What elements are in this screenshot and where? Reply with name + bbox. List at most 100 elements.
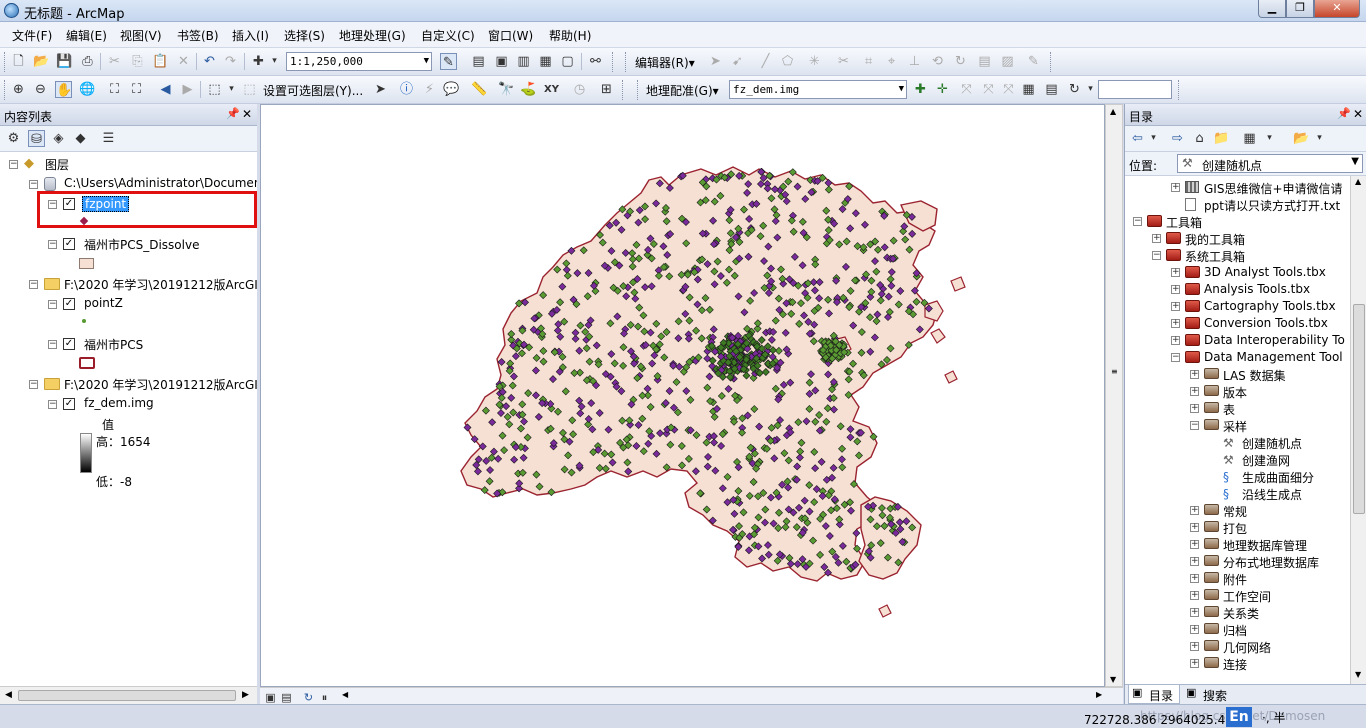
arctoolbox-icon[interactable]: ▦ xyxy=(537,53,554,70)
expand-icon[interactable]: + xyxy=(1171,183,1180,192)
catalog-item-raster-item[interactable]: GIS思维微信+申请微信请 xyxy=(1204,180,1343,197)
toolbar-grip[interactable] xyxy=(4,80,7,100)
toc-source-path[interactable]: F:\2020 年学习\20191212版ArcGI xyxy=(64,276,257,293)
input-method-icon[interactable]: En xyxy=(1226,707,1252,727)
toolbar-grip[interactable] xyxy=(4,52,7,72)
catalog-item-tables[interactable]: 表 xyxy=(1223,401,1235,418)
shift-georef-icon[interactable]: ✛ xyxy=(934,81,951,98)
expand-icon[interactable]: + xyxy=(1190,574,1199,583)
rotate-georef-icon[interactable]: ✚ xyxy=(912,81,929,98)
menu-view[interactable]: 视图(V) xyxy=(120,27,162,44)
toolbar-grip[interactable] xyxy=(637,80,640,100)
scroll-thumb[interactable] xyxy=(1353,304,1365,514)
viewer-window-icon[interactable]: ⊞ xyxy=(598,81,615,98)
undo-icon[interactable]: ↶ xyxy=(201,53,218,70)
editor-toolbar-toggle-icon[interactable]: ✎ xyxy=(440,53,457,70)
back-dropdown-icon[interactable]: ▾ xyxy=(1145,130,1162,147)
catalog-item-geodatabase-admin[interactable]: 地理数据库管理 xyxy=(1223,537,1307,554)
catalog-item-general[interactable]: 常规 xyxy=(1223,503,1247,520)
catalog-item-geometric-network[interactable]: 几何网络 xyxy=(1223,639,1271,656)
scale-georef-icon[interactable]: ⤧ xyxy=(958,81,975,98)
list-by-drawing-order-icon[interactable]: ⚙ xyxy=(5,130,22,147)
new-folder-icon[interactable]: 📂 xyxy=(1293,130,1310,147)
add-data-dropdown-icon[interactable]: ▾ xyxy=(266,53,283,70)
toolbar-grip[interactable] xyxy=(612,52,615,72)
select-dropdown-icon[interactable]: ▾ xyxy=(223,81,240,98)
scroll-thumb[interactable] xyxy=(18,690,236,701)
expand-icon[interactable]: + xyxy=(1171,336,1180,345)
catalog-item-sampling[interactable]: 采样 xyxy=(1223,418,1247,435)
expand-icon[interactable]: + xyxy=(1190,591,1199,600)
fixed-zoom-in-icon[interactable]: ⛶ xyxy=(106,81,123,98)
expand-icon[interactable]: + xyxy=(1171,319,1180,328)
catalog-item-joins[interactable]: 连接 xyxy=(1223,656,1247,673)
time-slider-icon[interactable]: ◷ xyxy=(571,81,588,98)
pin-icon[interactable]: 📌 xyxy=(1337,107,1351,120)
catalog-item-workspace[interactable]: 工作空间 xyxy=(1223,588,1271,605)
edit-annotation-icon[interactable]: ➹ xyxy=(729,53,746,70)
toc-layer-pcs[interactable]: 福州市PCS xyxy=(84,336,143,353)
menu-bookmarks[interactable]: 书签(B) xyxy=(177,27,219,44)
georeferencing-menu[interactable]: 地理配准(G)▾ xyxy=(646,82,719,99)
collapse-icon[interactable]: − xyxy=(29,380,38,389)
view-dropdown-icon[interactable]: ▾ xyxy=(1261,130,1278,147)
midpoint-icon[interactable]: ✳ xyxy=(806,53,823,70)
expand-icon[interactable]: + xyxy=(1190,642,1199,651)
find-route-icon[interactable]: ⛳ xyxy=(520,81,537,98)
scroll-down-icon[interactable]: ▼ xyxy=(1110,675,1116,684)
scroll-left-icon[interactable]: ◀ xyxy=(342,690,348,699)
set-selectable-layers-button[interactable]: 设置可选图层(Y)... xyxy=(263,82,363,99)
back-arrow-icon[interactable]: ⇦ xyxy=(1129,130,1146,147)
toc-source-path[interactable]: F:\2020 年学习\20191212版ArcGI xyxy=(64,376,257,393)
catalog-item-my-toolboxes[interactable]: 我的工具箱 xyxy=(1185,231,1245,248)
full-extent-globe-icon[interactable]: 🌐 xyxy=(79,81,96,98)
rotate-tool-icon[interactable]: ↻ xyxy=(1066,81,1083,98)
save-icon[interactable]: 💾 xyxy=(56,53,73,70)
toolbar-grip[interactable] xyxy=(1178,80,1181,100)
select-elements-arrow-icon[interactable]: ➤ xyxy=(372,81,389,98)
editor-menu[interactable]: 编辑器(R)▾ xyxy=(635,54,695,71)
tab-catalog[interactable]: ▣ 目录 xyxy=(1128,685,1180,704)
split-tool-icon[interactable]: ✂ xyxy=(835,53,852,70)
straight-segment-icon[interactable]: ╱ xyxy=(757,53,774,70)
view-options-icon[interactable]: ▦ xyxy=(1241,130,1258,147)
select-features-icon[interactable]: ⬚ xyxy=(206,81,223,98)
catalog-item-data-management[interactable]: Data Management Tool xyxy=(1204,350,1343,364)
sketch-properties-icon[interactable]: ▨ xyxy=(999,53,1016,70)
layer-visibility-checkbox[interactable]: ✓ xyxy=(63,338,75,350)
redo-icon[interactable]: ↷ xyxy=(222,53,239,70)
collapse-icon[interactable]: − xyxy=(29,280,38,289)
expand-icon[interactable]: + xyxy=(1152,234,1161,243)
minimize-button[interactable]: ▁ xyxy=(1258,0,1286,18)
ime-mode-icon[interactable]: ·, 半 xyxy=(1262,709,1285,726)
list-by-visibility-icon[interactable]: ◈ xyxy=(50,130,67,147)
attributes-icon[interactable]: ↻ xyxy=(952,53,969,70)
menu-help[interactable]: 帮助(H) xyxy=(549,27,591,44)
catalog-item-data-interop[interactable]: Data Interoperability To xyxy=(1204,333,1345,347)
scroll-right-icon[interactable]: ▶ xyxy=(1096,690,1102,699)
find-binoculars-icon[interactable]: 🔭 xyxy=(498,81,515,98)
options-icon[interactable]: ☰ xyxy=(100,130,117,147)
table-icon[interactable]: ▤ xyxy=(976,53,993,70)
catalog-item-3d-analyst[interactable]: 3D Analyst Tools.tbx xyxy=(1204,265,1326,279)
toc-horizontal-scrollbar[interactable]: ◀ ▶ xyxy=(0,686,257,704)
expand-icon[interactable]: + xyxy=(1190,659,1199,668)
add-data-icon[interactable]: ✚ xyxy=(250,53,267,70)
collapse-icon[interactable]: − xyxy=(1152,251,1161,260)
layer-visibility-checkbox[interactable]: ✓ xyxy=(63,398,75,410)
catalog-item-relationship-classes[interactable]: 关系类 xyxy=(1223,605,1259,622)
scroll-right-icon[interactable]: ▶ xyxy=(242,690,249,700)
toolbar-grip[interactable] xyxy=(1050,52,1053,72)
zoom-in-icon[interactable]: ⊕ xyxy=(10,81,27,98)
map-canvas[interactable] xyxy=(261,105,1106,688)
clear-selection-icon[interactable]: ⬚ xyxy=(241,81,258,98)
toc-layer-pcs-dissolve[interactable]: 福州市PCS_Dissolve xyxy=(84,236,199,253)
collapse-icon[interactable]: − xyxy=(1171,353,1180,362)
expand-icon[interactable]: + xyxy=(1190,506,1199,515)
expand-icon[interactable]: + xyxy=(1190,540,1199,549)
location-combo[interactable]: ⚒ 创建随机点 ▼ xyxy=(1177,154,1363,173)
expand-icon[interactable]: + xyxy=(1171,268,1180,277)
cut-icon[interactable]: ✂ xyxy=(106,53,123,70)
reshape-icon[interactable]: ⌗ xyxy=(860,53,877,70)
forward-arrow-icon[interactable]: ▶ xyxy=(179,81,196,98)
